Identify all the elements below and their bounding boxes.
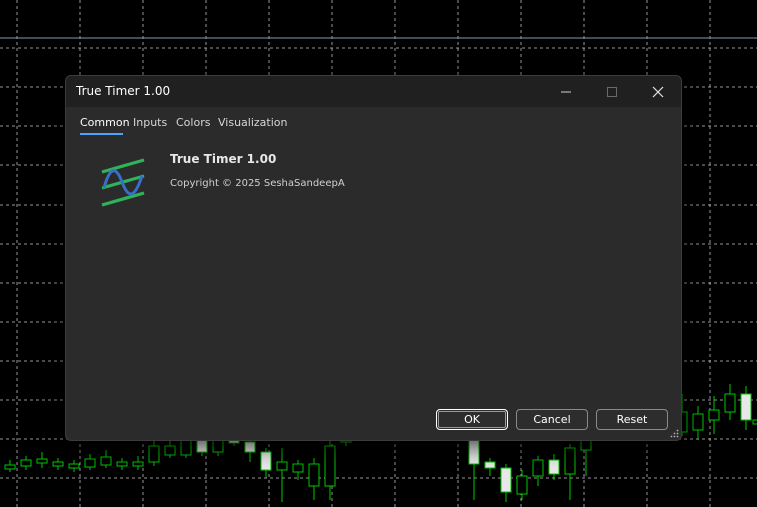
candle-body (692, 413, 704, 431)
minimize-icon (561, 91, 571, 93)
minimize-button[interactable] (543, 76, 589, 107)
candle-body (292, 463, 304, 473)
indicator-logo-icon (101, 158, 145, 207)
candle-body (132, 461, 144, 467)
candle-body (564, 447, 576, 475)
candle-body (740, 393, 752, 421)
tab-inputs[interactable]: Inputs (133, 116, 167, 129)
ok-button[interactable]: OK (436, 409, 508, 430)
candle-body (68, 463, 80, 469)
candle-body (516, 475, 528, 495)
product-name: True Timer 1.00 (170, 152, 277, 166)
candle-body (4, 464, 16, 470)
candle-body (244, 441, 256, 453)
candle-body (116, 461, 128, 467)
candle-body (308, 463, 320, 487)
candle-body (752, 419, 757, 425)
candle-body (724, 393, 736, 413)
close-icon (652, 86, 664, 98)
close-button[interactable] (635, 76, 681, 107)
maximize-icon (607, 87, 617, 97)
candle-body (84, 458, 96, 468)
candle-body (324, 445, 336, 487)
candle-body (36, 458, 48, 464)
candle-body (500, 467, 512, 493)
candle-body (708, 409, 720, 421)
cancel-button[interactable]: Cancel (516, 409, 588, 430)
candle-body (100, 456, 112, 466)
candle-body (212, 439, 224, 453)
copyright-text: Copyright © 2025 SeshaSandeepA (170, 178, 345, 189)
candle-body (180, 439, 192, 456)
candle-body (276, 461, 288, 471)
candle-body (532, 459, 544, 477)
resize-grip-icon[interactable] (670, 429, 679, 438)
active-tab-indicator (80, 133, 123, 135)
candle-body (148, 445, 160, 463)
indicator-properties-dialog: True Timer 1.00 Common Inputs Colors Vis… (65, 75, 682, 441)
candle-body (548, 459, 560, 475)
tab-common[interactable]: Common (80, 116, 130, 129)
maximize-button[interactable] (589, 76, 635, 107)
candle-body (484, 461, 496, 469)
candle-body (260, 451, 272, 471)
candle-body (468, 437, 480, 465)
reset-button[interactable]: Reset (596, 409, 668, 430)
tab-colors[interactable]: Colors (176, 116, 210, 129)
candle-body (196, 439, 208, 453)
title-bar[interactable]: True Timer 1.00 (66, 76, 681, 107)
tab-visualization[interactable]: Visualization (218, 116, 287, 129)
candle-body (52, 461, 64, 467)
dialog-title: True Timer 1.00 (76, 84, 171, 98)
candle-body (20, 459, 32, 467)
candle-body (164, 445, 176, 456)
